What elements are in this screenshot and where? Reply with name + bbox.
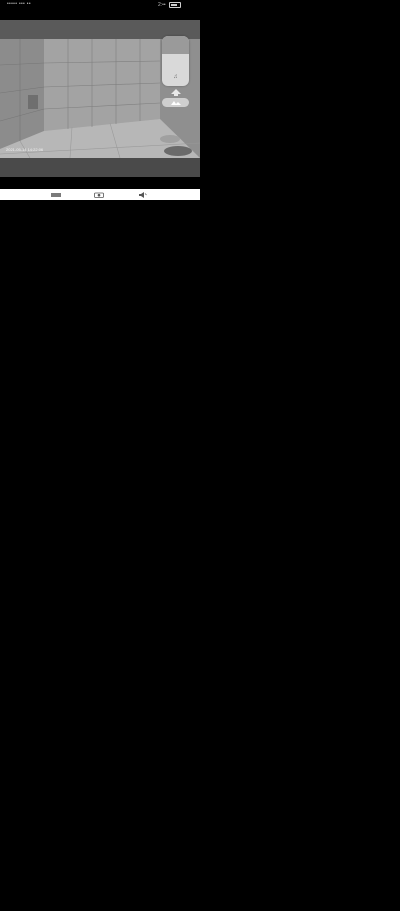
volume-icon[interactable] — [137, 191, 149, 198]
player-bottom-bar — [0, 158, 200, 177]
status-left-text: ••••• ••• •• — [7, 1, 31, 7]
battery-icon — [168, 1, 181, 8]
status-clock: 2:•• — [158, 1, 166, 8]
screen: ••••• ••• •• 2:•• 2021-05-14 14:22:06 ♫ — [0, 0, 400, 911]
feed-timestamp: 2021-05-14 14:22:06 — [6, 147, 44, 152]
audio-icon[interactable]: ♫ — [162, 74, 189, 80]
ptz-panel-header — [162, 36, 189, 54]
camera-icon[interactable] — [93, 191, 105, 198]
arrow-up-icon[interactable] — [162, 88, 189, 97]
bottom-navigation — [0, 189, 200, 200]
flip-icon[interactable] — [162, 98, 189, 107]
menu-icon[interactable] — [50, 191, 62, 198]
ptz-panel[interactable]: ♫ — [162, 36, 189, 86]
status-bar: ••••• ••• •• 2:•• — [0, 0, 200, 10]
status-right: 2:•• — [158, 1, 181, 8]
